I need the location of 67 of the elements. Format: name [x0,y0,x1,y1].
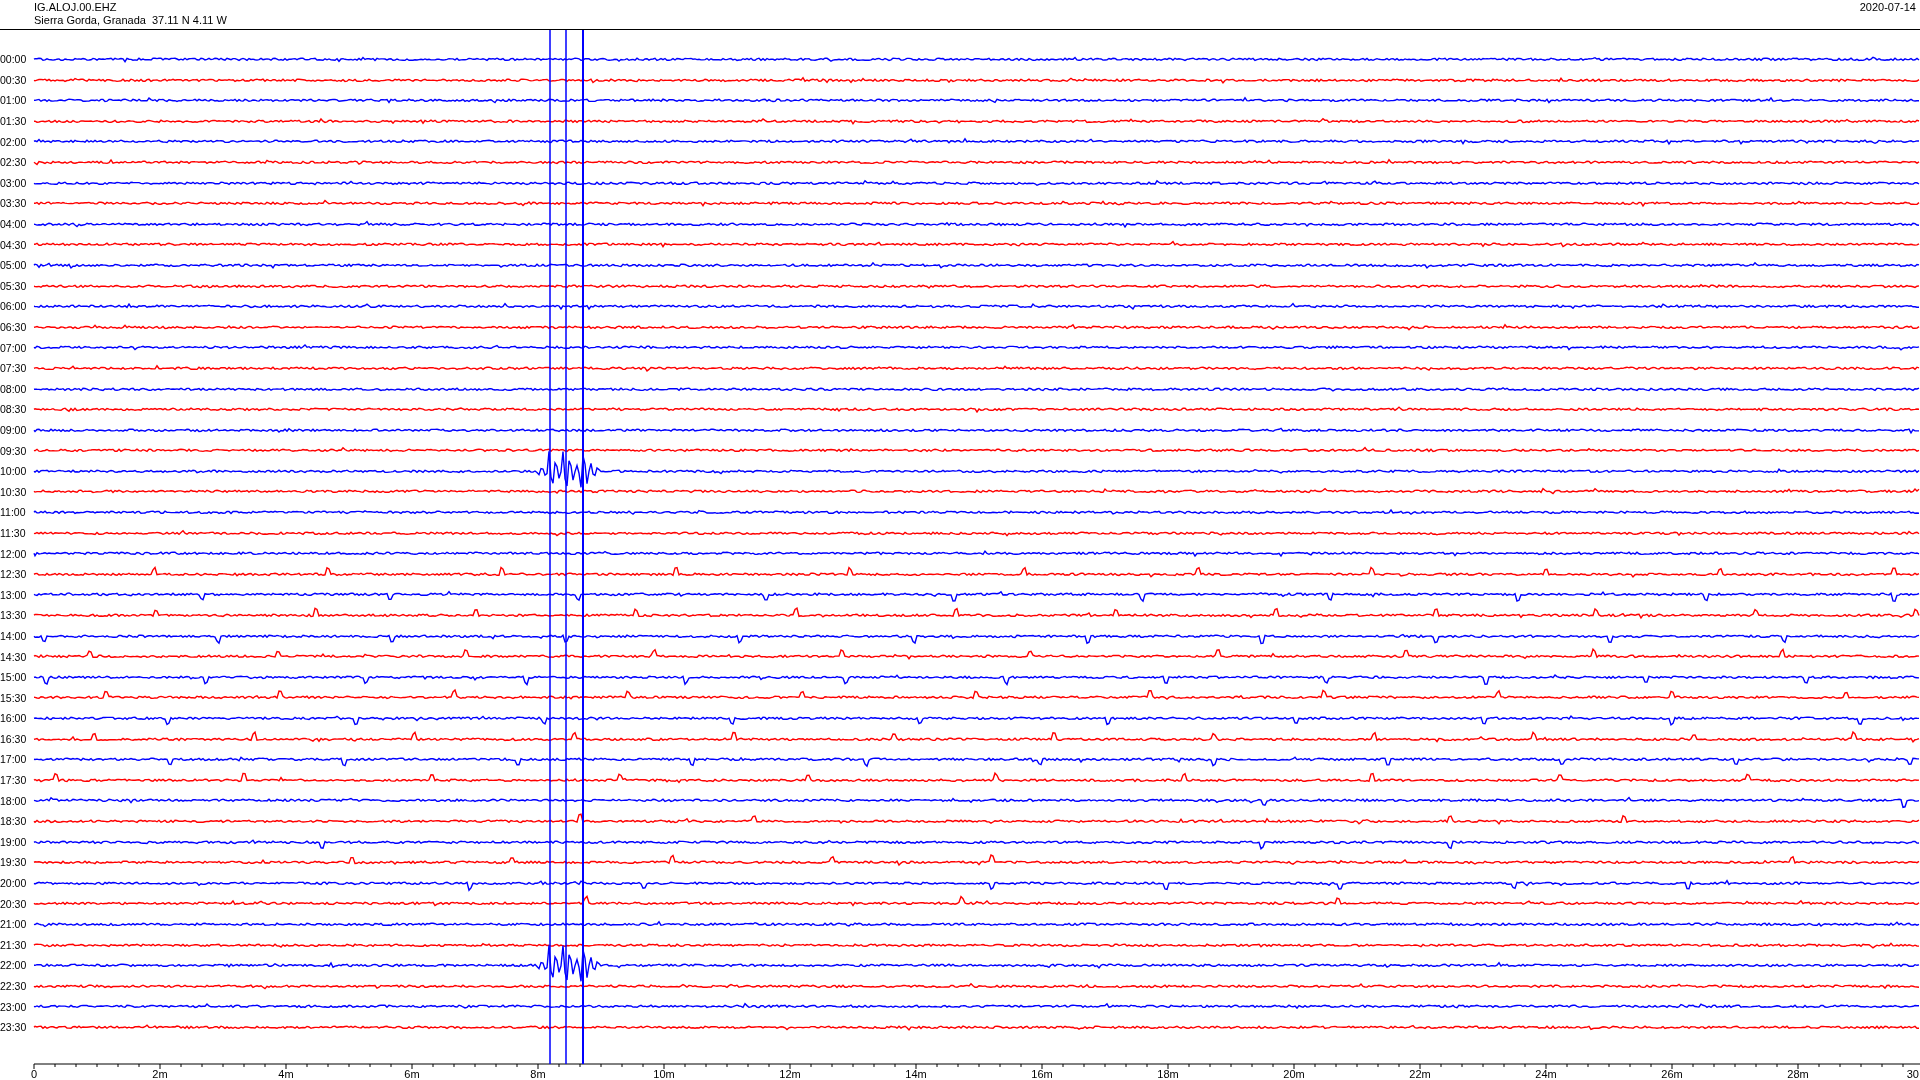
row-time-label: 00:30 [0,73,28,86]
row-time-label: 10:00 [0,465,28,478]
row-time-label: 16:30 [0,732,28,745]
axis-label: 30 [1906,1068,1919,1080]
row-time-label: 23:00 [0,1000,28,1013]
row-time-label: 09:30 [0,444,28,457]
axis-label: 4m [278,1068,294,1080]
axis-label: 10m [653,1068,675,1080]
axis-label: 26m [1661,1068,1683,1080]
row-time-label: 00:00 [0,53,28,66]
axis-label: 16m [1031,1068,1053,1080]
row-time-label: 14:30 [0,650,28,663]
row-time-label: 17:30 [0,774,28,787]
row-time-label: 16:00 [0,712,28,725]
axis-label: 24m [1535,1068,1557,1080]
row-time-label: 22:30 [0,980,28,992]
axis-label: 12m [779,1068,801,1080]
row-time-label: 01:30 [0,115,28,128]
row-time-label: 21:00 [0,918,28,931]
row-time-label: 11:00 [0,506,27,519]
row-time-label: 06:00 [0,300,28,313]
row-time-label: 12:30 [0,568,28,581]
row-time-label: 15:30 [0,691,28,704]
row-time-label: 02:00 [0,135,28,148]
station-code: IG.ALOJ.00.EHZ [34,1,117,14]
row-time-label: 22:00 [0,959,28,972]
row-time-label: 23:30 [0,1021,28,1034]
row-time-label: 09:00 [0,424,28,436]
row-time-label: 11:30 [0,526,27,539]
row-time-label: 21:30 [0,938,28,951]
row-time-label: 07:30 [0,362,28,375]
row-time-label: 02:30 [0,156,28,169]
axis-label: 28m [1787,1068,1809,1080]
row-time-label: 01:00 [0,94,28,107]
axis-label: 2m [152,1068,168,1080]
row-time-label: 18:30 [0,815,28,828]
axis-label: 22m [1409,1068,1431,1080]
station-location: Sierra Gorda, Granada 37.11 N 4.11 W [34,14,227,27]
row-time-label: 08:00 [0,382,28,395]
row-time-label: 05:30 [0,279,28,292]
row-time-label: 04:00 [0,218,28,231]
row-time-label: 03:00 [0,176,28,189]
axis-label: 20m [1283,1068,1305,1080]
row-time-label: 20:00 [0,877,28,890]
row-time-label: 06:30 [0,321,28,333]
row-time-label: 05:00 [0,259,28,272]
row-time-label: 08:30 [0,403,28,416]
row-time-label: 15:00 [0,671,28,684]
row-time-label: 19:00 [0,835,28,848]
row-time-label: 10:30 [0,485,28,498]
axis-label: 0 [31,1068,38,1080]
axis-label: 18m [1157,1068,1179,1080]
row-time-label: 14:00 [0,629,28,642]
row-time-label: 03:30 [0,197,28,210]
axis-label: 6m [404,1068,420,1080]
axis-label: 8m [530,1068,546,1080]
row-time-label: 13:00 [0,588,28,601]
row-time-label: 04:30 [0,238,28,251]
date-label: 2020-07-14 [1859,0,1916,14]
row-time-label: 13:30 [0,609,28,622]
row-time-label: 07:00 [0,341,28,354]
axis-label: 14m [905,1068,927,1080]
row-time-label: 12:00 [0,547,28,560]
row-time-label: 20:30 [0,897,28,910]
row-time-label: 19:30 [0,856,28,869]
row-time-label: 18:00 [0,794,28,807]
row-time-label: 17:00 [0,753,28,766]
